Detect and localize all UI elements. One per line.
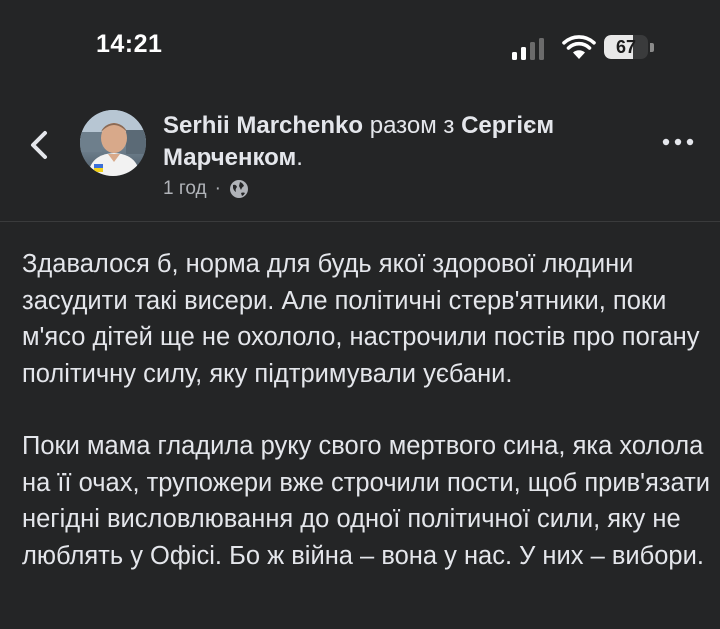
author-name[interactable]: Serhii Marchenko (163, 112, 363, 139)
globe-icon (229, 180, 248, 198)
avatar[interactable] (80, 110, 146, 176)
tagged-suffix: . (296, 144, 303, 171)
status-bar: 14:21 67 (0, 0, 720, 100)
battery-level: 67 (615, 37, 637, 57)
wifi-icon (562, 35, 596, 59)
author-line: Serhii Marchenko разом з Сергієм Марченк… (163, 110, 623, 174)
header-divider (0, 221, 720, 222)
battery-icon: 67 (604, 35, 656, 61)
post-text: Здавалося б, норма для будь якої здорово… (22, 246, 712, 610)
status-time: 14:21 (96, 30, 163, 58)
signal-icon (512, 38, 544, 60)
avatar-photo (80, 110, 146, 176)
with-connector: разом з (363, 112, 462, 139)
post-meta: 1 год · (163, 178, 249, 200)
battery-body: 67 (604, 35, 648, 59)
back-chevron-icon[interactable] (24, 125, 56, 165)
battery-tip (650, 43, 654, 52)
more-options-icon[interactable] (660, 132, 696, 152)
meta-separator: · (214, 178, 221, 199)
post-paragraph-2: Поки мама гладила руку свого мертвого си… (22, 432, 711, 570)
post-paragraph-1: Здавалося б, норма для будь якої здорово… (22, 250, 700, 388)
post-time[interactable]: 1 год (163, 178, 207, 200)
